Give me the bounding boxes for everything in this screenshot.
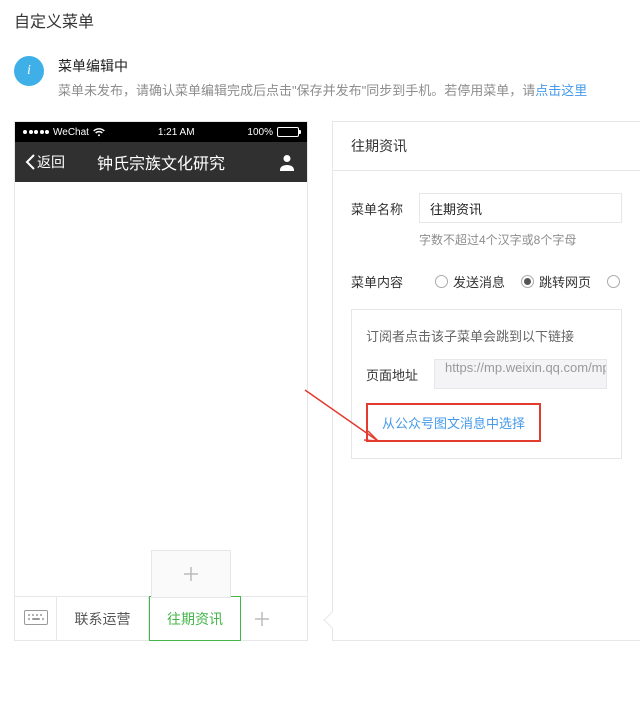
battery-icon: [277, 127, 299, 137]
wifi-icon: [93, 128, 105, 137]
settings-panel: 往期资讯 菜单名称 字数不超过4个汉字或8个字母 菜单内容 发送消息 跳转网页: [332, 121, 640, 641]
status-bar: WeChat 1:21 AM 100%: [15, 122, 307, 142]
link-box: 订阅者点击该子菜单会跳到以下链接 页面地址 https://mp.weixin.…: [351, 309, 622, 459]
name-hint: 字数不超过4个汉字或8个字母: [419, 231, 622, 248]
info-icon: i: [14, 56, 44, 86]
back-button[interactable]: 返回: [25, 152, 65, 172]
select-from-articles-link[interactable]: 从公众号图文消息中选择: [382, 416, 525, 431]
content-label: 菜单内容: [351, 272, 419, 291]
panel-header: 往期资讯: [333, 122, 640, 171]
url-input[interactable]: https://mp.weixin.qq.com/mp: [434, 359, 607, 389]
option-label: 发送消息: [453, 272, 505, 291]
option-jump-url[interactable]: 跳转网页: [521, 272, 591, 291]
plus-icon: [181, 564, 201, 584]
battery-label: 100%: [247, 127, 273, 138]
nav-title: 钟氏宗族文化研究: [97, 150, 225, 174]
info-text: 菜单编辑中 菜单未发布，请确认菜单编辑完成后点击"保存并发布"同步到手机。若停用…: [58, 56, 587, 99]
chevron-left-icon: [25, 154, 35, 170]
phone-preview: WeChat 1:21 AM 100% 返回 钟氏宗族文化研究: [14, 121, 308, 641]
carrier-label: WeChat: [53, 127, 89, 138]
disable-menu-link[interactable]: 点击这里: [535, 83, 587, 98]
panel-arrow-icon: [324, 612, 341, 629]
time-label: 1:21 AM: [158, 127, 195, 138]
radio-icon: [521, 275, 534, 288]
page-title: 自定义菜单: [0, 0, 640, 46]
phone-body: [15, 182, 307, 596]
plus-icon: [253, 610, 271, 628]
profile-icon[interactable]: [277, 152, 297, 172]
info-desc: 菜单未发布，请确认菜单编辑完成后点击"保存并发布"同步到手机。若停用菜单，请点击…: [58, 80, 587, 99]
link-desc: 订阅者点击该子菜单会跳到以下链接: [366, 326, 607, 345]
select-link-highlight: 从公众号图文消息中选择: [366, 403, 541, 442]
nav-bar: 返回 钟氏宗族文化研究: [15, 142, 307, 182]
info-banner: i 菜单编辑中 菜单未发布，请确认菜单编辑完成后点击"保存并发布"同步到手机。若…: [0, 46, 640, 121]
radio-icon: [607, 275, 620, 288]
menu-name-input[interactable]: [419, 193, 622, 223]
option-label: 跳转网页: [539, 272, 591, 291]
add-submenu-button[interactable]: [151, 550, 231, 598]
radio-icon: [435, 275, 448, 288]
add-menu-button[interactable]: [241, 597, 283, 640]
info-title: 菜单编辑中: [58, 56, 587, 76]
option-send-message[interactable]: 发送消息: [435, 272, 505, 291]
option-extra[interactable]: [607, 275, 620, 288]
url-label: 页面地址: [366, 365, 418, 384]
menu-item-0[interactable]: 联系运营: [57, 597, 149, 640]
info-desc-text: 菜单未发布，请确认菜单编辑完成后点击"保存并发布"同步到手机。若停用菜单，请: [58, 83, 535, 98]
name-label: 菜单名称: [351, 199, 419, 218]
keyboard-icon[interactable]: [15, 597, 57, 640]
back-label: 返回: [37, 152, 65, 172]
menu-bar: 联系运营 往期资讯: [15, 596, 307, 640]
signal-icon: [23, 130, 49, 134]
menu-item-1[interactable]: 往期资讯: [149, 596, 241, 641]
